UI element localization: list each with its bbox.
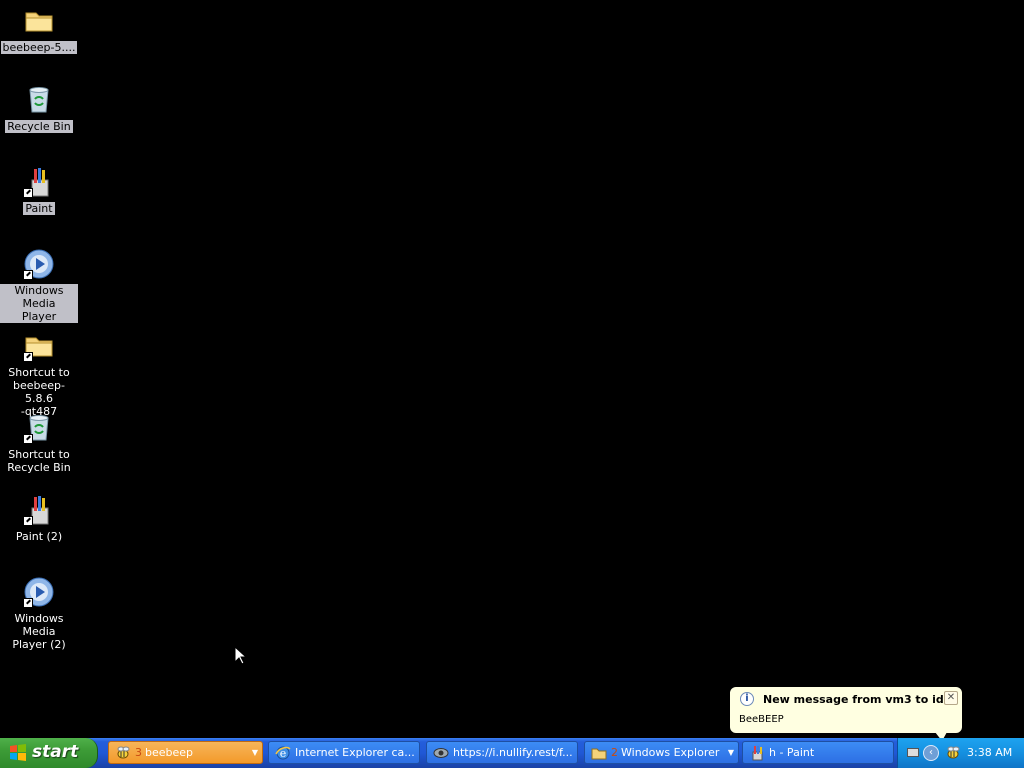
media-player-icon	[23, 576, 55, 608]
desktop-icon-paint[interactable]: Paint	[0, 166, 78, 215]
keyboard-icon[interactable]	[907, 748, 919, 757]
beebeep-tray-icon[interactable]	[945, 745, 961, 761]
shortcut-arrow-icon	[23, 352, 33, 362]
task-group-count: 3	[135, 746, 142, 759]
task-button-paint[interactable]: h - Paint	[742, 741, 894, 764]
desktop-icon-shortcut-beebeep[interactable]: Shortcut to beebeep-5.8.6 -qt487	[0, 330, 78, 418]
desktop-icon-paint-2[interactable]: Paint (2)	[0, 494, 78, 543]
desktop-icon-label: Windows Media Player	[0, 284, 78, 323]
recycle-bin-icon	[23, 84, 55, 116]
task-button-internet-explorer[interactable]: e Internet Explorer ca...	[268, 741, 420, 764]
ie-icon: e	[275, 745, 291, 761]
folder-icon	[23, 330, 55, 362]
recycle-bin-icon	[23, 412, 55, 444]
browser-icon	[433, 745, 449, 761]
desktop-icon-label: Shortcut to Recycle Bin	[7, 448, 71, 474]
desktop-icon-label: Paint (2)	[15, 530, 63, 543]
notification-balloon[interactable]: i New message from vm3 to idk BeeBEEP ✕	[729, 686, 963, 743]
paint-icon	[749, 745, 765, 761]
windows-logo-icon	[9, 744, 27, 762]
start-label: start	[32, 742, 79, 762]
shortcut-arrow-icon	[23, 434, 33, 444]
clock[interactable]: 3:38 AM	[967, 746, 1012, 759]
media-player-icon	[23, 248, 55, 280]
start-button[interactable]: start	[0, 738, 98, 768]
info-icon: i	[740, 692, 754, 706]
balloon-title: New message from vm3 to idk	[763, 693, 952, 706]
desktop-icon-shortcut-recycle-bin[interactable]: Shortcut to Recycle Bin	[0, 412, 78, 474]
bee-icon	[115, 745, 131, 761]
task-label: Internet Explorer ca...	[295, 746, 415, 759]
task-label: https://i.nullify.rest/f...	[453, 746, 573, 759]
paint-icon	[23, 494, 55, 526]
balloon-body: BeeBEEP	[739, 714, 784, 725]
folder-icon	[591, 745, 607, 761]
folder-icon	[23, 5, 55, 37]
system-tray: ‹ 3:38 AM	[897, 738, 1024, 768]
task-label: beebeep	[145, 746, 194, 759]
shortcut-arrow-icon	[23, 598, 33, 608]
balloon-close-button[interactable]: ✕	[944, 691, 958, 705]
task-group-count: 2	[611, 746, 618, 759]
desktop-icon-label: Shortcut to beebeep-5.8.6 -qt487	[8, 366, 70, 418]
task-button-browser-url[interactable]: https://i.nullify.rest/f...	[426, 741, 578, 764]
desktop-icon-label: Paint	[23, 202, 55, 215]
shortcut-arrow-icon	[23, 270, 33, 280]
taskbar: start 3 beebeep ▼ e Internet Explorer ca.…	[0, 738, 1024, 768]
desktop-icon-beebeep-folder[interactable]: beebeep-5....	[0, 5, 78, 54]
desktop-icon-recycle-bin[interactable]: Recycle Bin	[0, 84, 78, 133]
paint-icon	[23, 166, 55, 198]
shortcut-arrow-icon	[23, 516, 33, 526]
desktop-icon-label: Recycle Bin	[5, 120, 73, 133]
task-button-windows-explorer[interactable]: 2 Windows Explorer ▼	[584, 741, 739, 764]
desktop-icon-label: beebeep-5....	[0, 41, 78, 54]
desktop-icon-windows-media-player-2[interactable]: Windows Media Player (2)	[0, 576, 78, 651]
shortcut-arrow-icon	[23, 188, 33, 198]
show-hidden-icons-button[interactable]: ‹	[923, 745, 939, 761]
task-button-beebeep[interactable]: 3 beebeep ▼	[108, 741, 263, 764]
task-label: Windows Explorer	[621, 746, 720, 759]
task-label: h - Paint	[769, 746, 815, 759]
mouse-cursor-icon	[234, 645, 248, 669]
chevron-down-icon: ▼	[727, 748, 734, 757]
desktop-icon-windows-media-player[interactable]: Windows Media Player	[0, 248, 78, 323]
desktop-icon-label: Windows Media Player (2)	[12, 612, 66, 651]
chevron-down-icon: ▼	[251, 748, 258, 757]
